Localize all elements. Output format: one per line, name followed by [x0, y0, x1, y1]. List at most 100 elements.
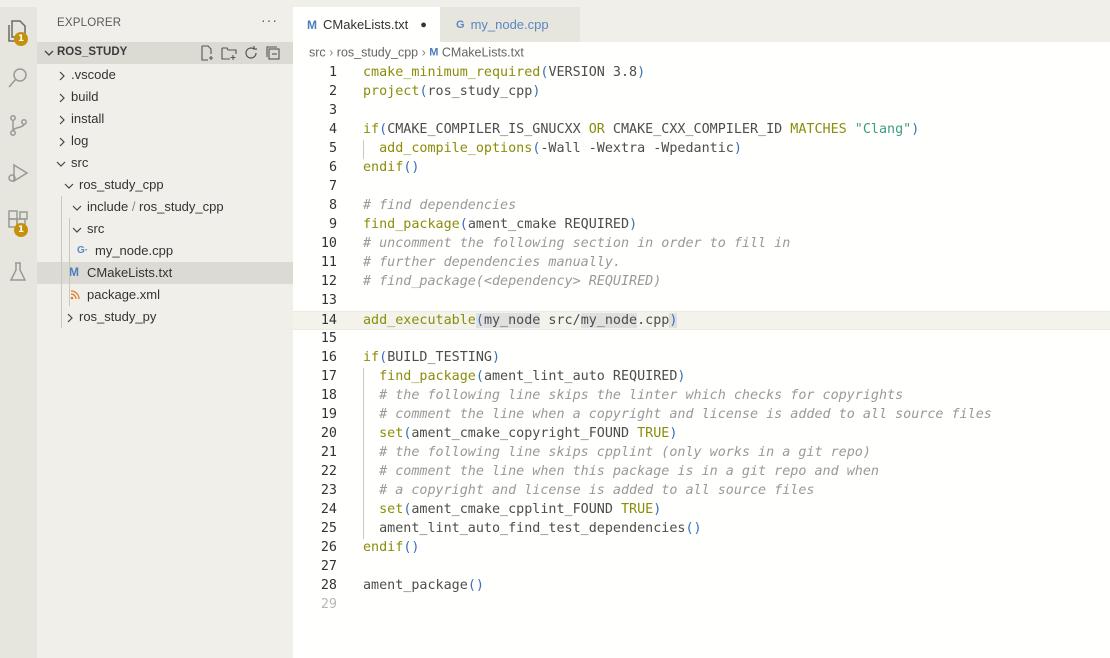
- code-line[interactable]: 27: [293, 558, 1110, 577]
- code-line[interactable]: 29: [293, 596, 1110, 615]
- code-token: # further dependencies manually.: [363, 255, 621, 270]
- code-line[interactable]: 22 # comment the line when this package …: [293, 463, 1110, 482]
- line-text: ament_lint_auto_find_test_dependencies(): [363, 521, 701, 536]
- tree-item-ros-study-py[interactable]: ros_study_py: [37, 306, 293, 328]
- tree-item-ros-study-cpp[interactable]: ros_study_cpp: [37, 174, 293, 196]
- code-line[interactable]: 25 ament_lint_auto_find_test_dependencie…: [293, 520, 1110, 539]
- code-line[interactable]: 24 set(ament_cmake_cpplint_FOUND TRUE): [293, 501, 1110, 520]
- code-line[interactable]: 23 # a copyright and license is added to…: [293, 482, 1110, 501]
- explorer-badge: 1: [14, 32, 28, 46]
- tree-item-src-inner[interactable]: src: [37, 218, 293, 240]
- new-folder-icon[interactable]: [221, 45, 237, 61]
- code-line[interactable]: 14 add_executable(my_node src/my_node.cpp…: [293, 311, 1110, 330]
- chevron-right-icon: [57, 69, 67, 87]
- tab-label: CMakeLists.txt: [323, 17, 409, 32]
- line-text: add_executable(my_node src/my_node.cpp): [363, 313, 678, 328]
- line-text: # further dependencies manually.: [363, 255, 621, 270]
- search-icon[interactable]: [2, 62, 34, 94]
- run-debug-icon[interactable]: [2, 157, 34, 189]
- code-line[interactable]: 19 # comment the line when a copyright a…: [293, 406, 1110, 425]
- extensions-badge: 1: [14, 223, 28, 237]
- tab-my-node-cpp[interactable]: G my_node.cpp: [440, 7, 580, 42]
- tree-item-install[interactable]: install: [37, 108, 293, 130]
- code-token: (: [459, 217, 468, 232]
- tree-item-label: CMakeLists.txt: [87, 265, 173, 280]
- line-number: 25: [320, 521, 337, 536]
- code-line[interactable]: 8 # find dependencies: [293, 197, 1110, 216]
- refresh-icon[interactable]: [243, 45, 259, 61]
- code-line[interactable]: 6 endif(): [293, 159, 1110, 178]
- code-line[interactable]: 21 # the following line skips cpplint (o…: [293, 444, 1110, 463]
- code-token: ): [492, 350, 501, 365]
- code-token: src/: [540, 313, 581, 328]
- breadcrumb: src › ros_study_cpp › M CMakeLists.txt: [309, 45, 524, 60]
- tab-bar: M CMakeLists.txt ● G my_node.cpp: [293, 7, 1110, 42]
- tree-item-include[interactable]: include / ros_study_cpp: [37, 196, 293, 218]
- cmake-file-icon: M: [429, 46, 439, 59]
- indent-guide: [61, 196, 62, 328]
- code-token: endif: [363, 160, 404, 175]
- code-line[interactable]: 5 add_compile_options(-Wall -Wextra -Wpe…: [293, 140, 1110, 159]
- code-line[interactable]: 16 if(BUILD_TESTING): [293, 349, 1110, 368]
- line-number: 24: [320, 502, 337, 517]
- cmake-file-icon: M: [307, 17, 317, 32]
- tree-item-cmakelists[interactable]: M CMakeLists.txt: [37, 262, 293, 284]
- tree-item-label: src: [71, 155, 89, 170]
- code-token: MATCHES: [790, 122, 847, 137]
- code-line[interactable]: 12 # find_package(<dependency> REQUIRED): [293, 273, 1110, 292]
- tree-item-log[interactable]: log: [37, 130, 293, 152]
- code-line[interactable]: 2 project(ros_study_cpp): [293, 83, 1110, 102]
- breadcrumb-item[interactable]: src: [309, 46, 326, 60]
- code-token: ): [733, 141, 742, 156]
- code-line[interactable]: 18 # the following line skips the linter…: [293, 387, 1110, 406]
- more-actions-icon[interactable]: ···: [261, 12, 278, 28]
- explorer-title: EXPLORER: [57, 17, 122, 29]
- code-line[interactable]: 28 ament_package(): [293, 577, 1110, 596]
- breadcrumb-item[interactable]: ros_study_cpp: [337, 46, 418, 60]
- line-text: if(BUILD_TESTING): [363, 350, 500, 365]
- tree-item-vscode[interactable]: .vscode: [37, 64, 293, 86]
- line-text: # uncomment the following section in ord…: [363, 236, 790, 251]
- code-line[interactable]: 20 set(ament_cmake_copyright_FOUND TRUE): [293, 425, 1110, 444]
- code-line[interactable]: 13: [293, 292, 1110, 311]
- code-token: ament_cmake_cpplint_FOUND: [411, 502, 621, 517]
- code-token: (: [475, 313, 484, 328]
- code-token: # uncomment the following section in ord…: [363, 236, 791, 251]
- source-control-icon[interactable]: [2, 109, 34, 141]
- tree-item-build[interactable]: build: [37, 86, 293, 108]
- chevron-down-icon: [63, 179, 75, 197]
- code-token: (): [467, 578, 484, 593]
- collapse-all-icon[interactable]: [265, 45, 281, 61]
- code-token: set: [379, 426, 404, 441]
- code-token: # comment the line when a copyright and …: [379, 407, 992, 422]
- code-line[interactable]: 9 find_package(ament_cmake REQUIRED): [293, 216, 1110, 235]
- code-line[interactable]: 10 # uncomment the following section in o…: [293, 235, 1110, 254]
- workspace-section-header[interactable]: ROS_STUDY: [37, 42, 293, 64]
- line-number: 13: [320, 293, 337, 308]
- code-line[interactable]: 17 find_package(ament_lint_auto REQUIRED…: [293, 368, 1110, 387]
- breadcrumb-item[interactable]: CMakeLists.txt: [442, 46, 524, 60]
- code-line[interactable]: 1 cmake_minimum_required(VERSION 3.8): [293, 64, 1110, 83]
- unsaved-dot-icon[interactable]: ●: [420, 19, 427, 31]
- code-line[interactable]: 7: [293, 178, 1110, 197]
- new-file-icon[interactable]: [199, 45, 215, 61]
- code-line[interactable]: 3: [293, 102, 1110, 121]
- tree-item-src[interactable]: src: [37, 152, 293, 174]
- testing-icon[interactable]: [2, 256, 34, 288]
- code-line[interactable]: 26 endif(): [293, 539, 1110, 558]
- tree-item-package-xml[interactable]: package.xml: [37, 284, 293, 306]
- line-number: 3: [328, 103, 337, 118]
- tab-cmakelists[interactable]: M CMakeLists.txt ●: [293, 7, 440, 42]
- line-number: 1: [328, 65, 337, 80]
- line-number: 19: [320, 407, 337, 422]
- code-line[interactable]: 11 # further dependencies manually.: [293, 254, 1110, 273]
- code-line[interactable]: 4 if(CMAKE_COMPILER_IS_GNUCXX OR CMAKE_CX…: [293, 121, 1110, 140]
- line-text: find_package(ament_lint_auto REQUIRED): [363, 369, 685, 384]
- code-line[interactable]: 15: [293, 330, 1110, 349]
- tree-item-my-node-cpp[interactable]: G· my_node.cpp: [37, 240, 293, 262]
